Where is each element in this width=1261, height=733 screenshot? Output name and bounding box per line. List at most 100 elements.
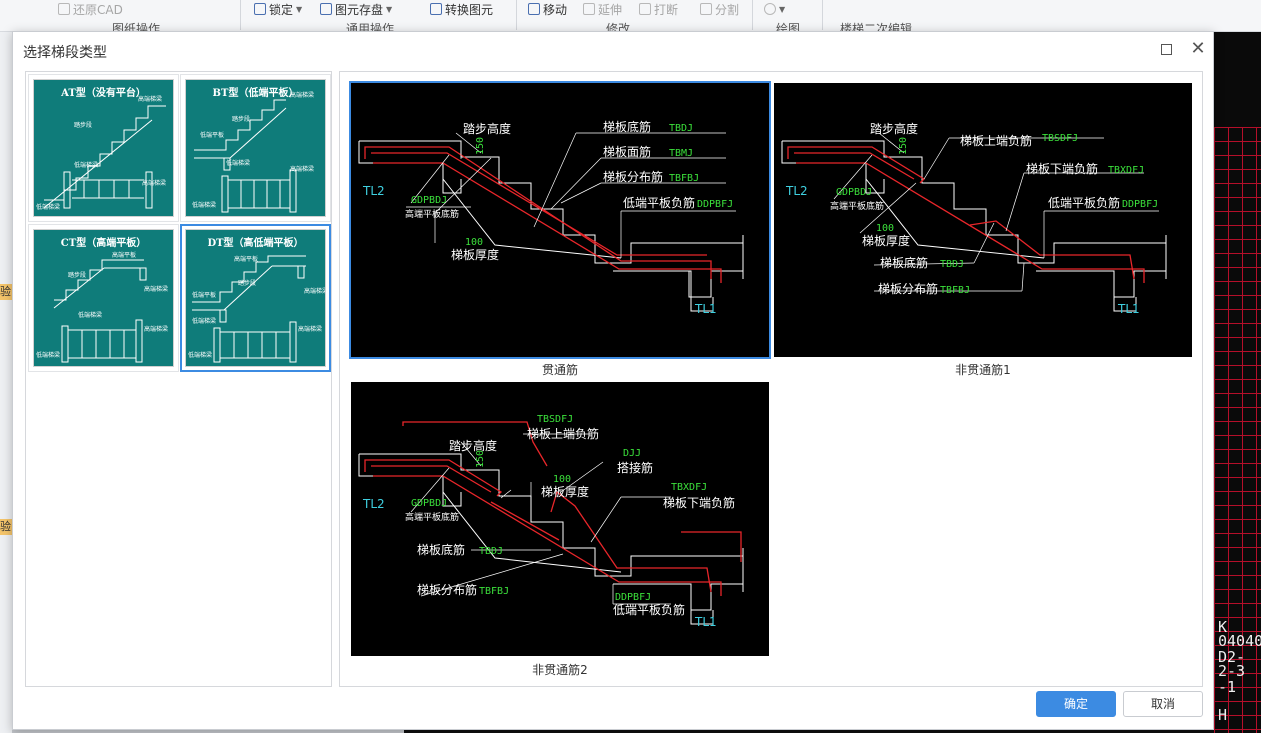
stair-type-at[interactable]: AT型（没有平台） 高端梯梁 踏步段 低端梯梁 高端梯梁 低端梯梁 — [28, 74, 179, 222]
stair-type-bt[interactable]: BT型（低端平板） 高端梯梁 踏步段 低端平板 低端梯梁 高端梯梁 低端梯梁 — [180, 74, 331, 222]
label-bottom-bar: 梯板底筋 — [880, 255, 928, 270]
sketch-label: 踏步段 — [238, 280, 257, 287]
sketch-label: 高端梯梁 — [290, 166, 315, 173]
code-dist-bar: TBFBJ — [479, 586, 509, 597]
code-bottom-bar: TBDJ — [479, 546, 503, 557]
code-lower-neg: TBXDFJ — [671, 482, 707, 493]
break-button[interactable]: 打断 — [639, 0, 678, 18]
sketch-label: 高端梯梁 — [144, 286, 169, 293]
preview-caption: 非贯通筋1 — [955, 363, 1011, 377]
restore-cad-icon — [58, 3, 70, 15]
label-150: 150 — [898, 137, 909, 155]
stair-type-ct[interactable]: CT型（高端平板） 高端平板 踏步段 高端梯梁 低端梯梁 高端梯梁 低端梯梁 — [28, 224, 179, 372]
sketch-label: 高端梯梁 — [144, 326, 169, 333]
sketch-label: 高端平板 — [112, 252, 137, 259]
code-dist-bar: TBFBJ — [669, 173, 699, 184]
sketch-label: 踏步段 — [232, 116, 251, 123]
code-top-bar: TBMJ — [669, 148, 693, 159]
code-lower-neg: TBXDFJ — [1108, 165, 1144, 176]
rebar-preview-area: 踏步高度 150 梯板底筋 TBDJ 梯板面筋 TBMJ 梯板分布筋 TBFBJ… — [339, 71, 1203, 687]
sketch-label: 高端梯梁 — [298, 326, 323, 333]
convert-element-button[interactable]: 转换图元 — [430, 0, 493, 18]
move-icon — [528, 3, 540, 15]
preview-non-through-2[interactable]: TBSDFJ 梯板上端负筋 踏步高度 150 DJJ 搭接筋 100 梯板厚度 … — [351, 382, 769, 656]
sketch-label: 低端梯梁 — [226, 160, 251, 167]
split-icon — [700, 3, 712, 15]
stair-type-dt[interactable]: DT型（高低端平板） 高端平板 踏步段 低端平板 高端梯梁 低端梯梁 高端梯梁 — [180, 224, 331, 372]
code-gdpbdj: GDPBDJ — [411, 498, 447, 509]
sketch-label: 低端平板 — [200, 132, 225, 139]
toolbar-separator — [516, 0, 517, 30]
stair-type-thumbnail: CT型（高端平板） 高端平板 踏步段 高端梯梁 低端梯梁 高端梯梁 低端梯梁 — [33, 229, 174, 367]
stair-type-thumbnail: BT型（低端平板） 高端梯梁 踏步段 低端平板 低端梯梁 高端梯梁 低端梯梁 — [185, 79, 326, 217]
sketch-label: 高端梯梁 — [290, 92, 315, 99]
preview-caption: 非贯通筋2 — [532, 663, 588, 677]
ok-button[interactable]: 确定 — [1036, 691, 1116, 717]
save-element-icon — [320, 3, 332, 15]
convert-element-icon — [430, 3, 442, 15]
lock-icon — [254, 3, 266, 15]
sketch-label: 踏步段 — [74, 122, 93, 129]
code-gdpbdj: GDPBDJ — [836, 187, 872, 198]
stair-type-thumbnail: DT型（高低端平板） 高端平板 踏步段 低端平板 高端梯梁 低端梯梁 高端梯梁 — [185, 229, 326, 367]
break-icon — [639, 3, 651, 15]
close-icon[interactable]: ✕ — [1188, 38, 1208, 60]
label-100: 100 — [553, 474, 571, 485]
label-lower-neg: 梯板下端负筋 — [1026, 161, 1098, 176]
extend-icon — [583, 3, 595, 15]
label-high-slab: 高端平板底筋 — [830, 200, 884, 212]
rebar-diagram: 踏步高度 150 梯板上端负筋 TBSDFJ 梯板下端负筋 TBXDFJ 低端平… — [781, 121, 1167, 316]
label-dist-bar: 梯板分布筋 — [603, 169, 663, 184]
label-bottom-bar: 梯板底筋 — [417, 542, 465, 557]
label-100: 100 — [465, 237, 483, 248]
rebar-diagram: 踏步高度 150 梯板底筋 TBDJ 梯板面筋 TBMJ 梯板分布筋 TBFBJ… — [358, 119, 744, 316]
split-button[interactable]: 分割 — [700, 0, 739, 18]
maximize-icon[interactable] — [1161, 44, 1172, 55]
preview-non-through-1[interactable]: 踏步高度 150 梯板上端负筋 TBSDFJ 梯板下端负筋 TBXDFJ 低端平… — [774, 83, 1192, 357]
label-dist-bar: 梯板分布筋 — [878, 281, 938, 296]
move-button[interactable]: 移动 — [528, 0, 567, 18]
sketch-label: 低端梯梁 — [192, 202, 217, 209]
extend-button[interactable]: 延伸 — [583, 0, 622, 18]
code-upper-neg: TBSDFJ — [1042, 133, 1078, 144]
cad-text: -1 — [1218, 678, 1237, 696]
code-low-slab: DDPBFJ — [697, 199, 733, 210]
toolbar-separator — [822, 0, 823, 30]
label-tl1: TL1 — [694, 302, 717, 316]
label-150: 150 — [475, 450, 486, 468]
chevron-down-icon: ▼ — [296, 4, 303, 14]
save-element-button[interactable]: 图元存盘 ▼ — [320, 0, 392, 18]
sketch-label: 低端平板 — [192, 292, 217, 299]
label-150: 150 — [475, 137, 486, 155]
label-100: 100 — [876, 223, 894, 234]
ribbon-toolbar: 还原CAD 锁定 ▼ 图元存盘 ▼ 转换图元 移动 延伸 打断 分割 ▼ 图纸操作 … — [0, 0, 1261, 36]
label-step-height: 踏步高度 — [870, 121, 918, 136]
label-tl1: TL1 — [1117, 302, 1140, 316]
label-upper-neg: 梯板上端负筋 — [527, 426, 599, 441]
restore-cad-button[interactable]: 还原CAD — [58, 0, 123, 18]
label-high-slab: 高端平板底筋 — [405, 208, 459, 220]
code-djj: DJJ — [623, 448, 641, 459]
stair-type-thumbnail: AT型（没有平台） 高端梯梁 踏步段 低端梯梁 高端梯梁 低端梯梁 — [33, 79, 174, 217]
preview-caption: 贯通筋 — [541, 363, 578, 377]
sketch-label: 高端梯梁 — [138, 96, 163, 103]
sketch-label: 高端梯梁 — [304, 288, 326, 295]
label-upper-neg: 梯板上端负筋 — [960, 133, 1032, 148]
ct-stair-sketch — [53, 259, 147, 363]
label-dist-bar: 梯板分布筋 — [417, 582, 477, 597]
cad-text: H — [1218, 706, 1228, 724]
cancel-button[interactable]: 取消 — [1123, 691, 1203, 717]
label-thickness: 梯板厚度 — [862, 233, 910, 248]
dialog-title: 选择梯段类型 — [23, 45, 107, 61]
code-low-slab: DDPBFJ — [1122, 199, 1158, 210]
cad-canvas-right: K 040404 D2- 2-3 -1 H — [1214, 32, 1261, 733]
code-gdpbdj: GDPBDJ — [411, 195, 447, 206]
sketch-label: 低端梯梁 — [78, 312, 103, 319]
preview-through-bar[interactable]: 踏步高度 150 梯板底筋 TBDJ 梯板面筋 TBMJ 梯板分布筋 TBFBJ… — [349, 81, 771, 359]
label-low-slab: 低端平板负筋 — [613, 602, 685, 617]
left-side-panel: 验 验 — [0, 32, 13, 733]
lock-button[interactable]: 锁定 ▼ — [254, 0, 302, 18]
draw-arc-button[interactable]: ▼ — [764, 0, 785, 18]
select-stair-type-dialog: 选择梯段类型 ✕ AT型（没有平台） 高端梯梁 踏步段 低端梯梁 高端梯梁 低端… — [12, 31, 1214, 730]
label-step-height: 踏步高度 — [463, 121, 511, 136]
